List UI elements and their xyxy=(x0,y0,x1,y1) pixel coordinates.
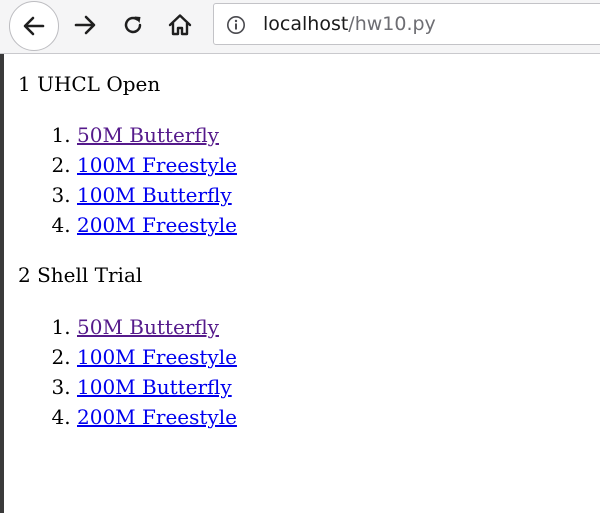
reload-icon xyxy=(124,16,142,34)
window-left-edge xyxy=(0,54,4,513)
info-icon[interactable] xyxy=(226,15,246,35)
url-path: /hw10.py xyxy=(348,13,436,35)
event-link-50m-butterfly[interactable]: 50M Butterfly xyxy=(77,123,219,147)
event-link-100m-butterfly[interactable]: 100M Butterfly xyxy=(77,375,232,399)
url-host: localhost xyxy=(263,13,349,35)
url-text[interactable]: localhost/hw10.py xyxy=(263,12,436,36)
home-icon xyxy=(168,14,192,36)
page-content: 1 UHCL Open 50M Butterfly 100M Freestyle… xyxy=(18,54,600,513)
event-link-200m-freestyle[interactable]: 200M Freestyle xyxy=(77,213,237,237)
list-item: 100M Freestyle xyxy=(77,150,237,180)
event-list: 50M Butterfly 100M Freestyle 100M Butter… xyxy=(18,312,237,432)
meet-title: 1 UHCL Open xyxy=(18,72,161,96)
list-item: 200M Freestyle xyxy=(77,402,237,432)
meet-title: 2 Shell Trial xyxy=(18,263,143,287)
forward-arrow-icon xyxy=(74,15,96,35)
event-link-100m-butterfly[interactable]: 100M Butterfly xyxy=(77,183,232,207)
back-button[interactable] xyxy=(9,1,59,51)
list-item: 200M Freestyle xyxy=(77,210,237,240)
reload-button[interactable] xyxy=(116,0,150,50)
forward-button[interactable] xyxy=(68,0,102,50)
list-item: 100M Butterfly xyxy=(77,180,237,210)
event-link-100m-freestyle[interactable]: 100M Freestyle xyxy=(77,153,237,177)
home-button[interactable] xyxy=(163,0,197,50)
event-list: 50M Butterfly 100M Freestyle 100M Butter… xyxy=(18,120,237,240)
list-item: 50M Butterfly xyxy=(77,312,237,342)
list-item: 100M Butterfly xyxy=(77,372,237,402)
back-arrow-icon xyxy=(23,16,45,36)
event-link-200m-freestyle[interactable]: 200M Freestyle xyxy=(77,405,237,429)
address-bar[interactable]: localhost/hw10.py xyxy=(213,3,600,45)
browser-toolbar: localhost/hw10.py xyxy=(0,0,600,54)
list-item: 50M Butterfly xyxy=(77,120,237,150)
list-item: 100M Freestyle xyxy=(77,342,237,372)
event-link-100m-freestyle[interactable]: 100M Freestyle xyxy=(77,345,237,369)
event-link-50m-butterfly[interactable]: 50M Butterfly xyxy=(77,315,219,339)
